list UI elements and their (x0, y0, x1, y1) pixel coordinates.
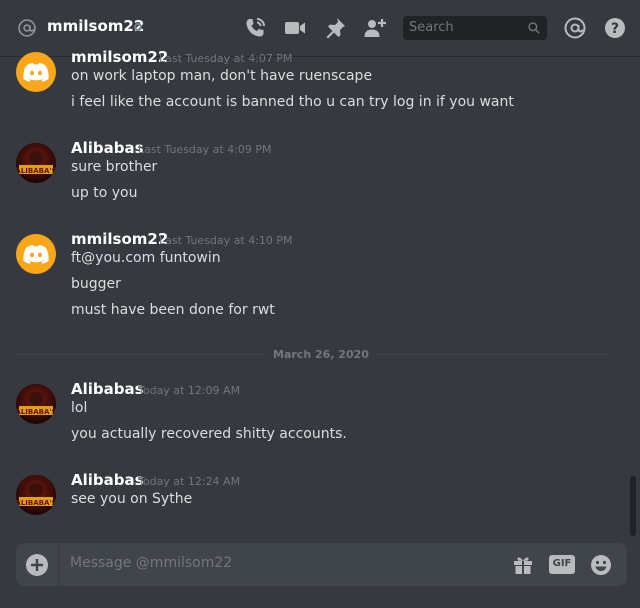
message-timestamp: Last Tuesday at 4:07 PM (159, 52, 293, 65)
message-author[interactable]: Alibabas (71, 380, 144, 398)
plus-icon (31, 559, 43, 571)
message-timestamp: Last Tuesday at 4:09 PM (138, 143, 272, 156)
message-text: sure brother (71, 159, 158, 175)
discord-logo-icon (23, 245, 49, 264)
message-timestamp: Last Tuesday at 4:10 PM (159, 234, 293, 247)
gif-button[interactable]: GIF (549, 555, 575, 574)
at-sign-icon (18, 19, 36, 37)
alibaba-avatar-image: ALIBABA'S (16, 384, 56, 424)
dm-username: mmilsom22 (47, 17, 145, 35)
avatar[interactable]: ALIBABA'S (16, 143, 56, 183)
pin-icon[interactable] (323, 16, 347, 40)
message-text: ft@you.com funtowin (71, 250, 221, 266)
composer-divider (58, 543, 59, 586)
message-text: up to you (71, 185, 138, 201)
message-text: see you on Sythe (71, 491, 193, 507)
message-list: mmilsom22 Last Tuesday at 4:07 PM on wor… (0, 48, 640, 540)
message-input[interactable]: Message @mmilsom22 (70, 555, 490, 571)
search-input[interactable]: Search (409, 20, 454, 35)
avatar[interactable]: ALIBABA'S (16, 475, 56, 515)
message-author[interactable]: mmilsom22 (71, 48, 168, 66)
status-offline-icon (134, 23, 142, 31)
help-icon[interactable]: ? (603, 16, 627, 40)
mentions-icon[interactable] (563, 16, 587, 40)
search-icon (528, 22, 540, 34)
search-box[interactable]: Search (403, 16, 547, 40)
avatar[interactable] (16, 52, 56, 92)
message-author[interactable]: Alibabas (71, 471, 144, 489)
alibaba-avatar-image: ALIBABA'S (16, 475, 56, 515)
message-scrollbar[interactable] (630, 58, 638, 536)
add-friend-icon[interactable] (363, 16, 387, 40)
message-text: on work laptop man, don't have ruenscape (71, 68, 373, 84)
message-author[interactable]: mmilsom22 (71, 230, 168, 248)
avatar[interactable]: ALIBABA'S (16, 384, 56, 424)
message-timestamp: Today at 12:09 AM (138, 384, 241, 397)
date-divider-label: March 26, 2020 (266, 348, 376, 361)
svg-text:?: ? (611, 21, 619, 37)
message-composer: Message @mmilsom22 GIF (16, 543, 627, 586)
avatar[interactable] (16, 234, 56, 274)
svg-text:ALIBABA'S: ALIBABA'S (16, 499, 56, 507)
message-author[interactable]: Alibabas (71, 139, 144, 157)
message-text: you actually recovered shitty accounts. (71, 426, 347, 442)
message-text: must have been done for rwt (71, 302, 275, 318)
message-text: lol (71, 400, 88, 416)
gif-label: GIF (552, 558, 572, 569)
discord-logo-icon (23, 63, 49, 82)
video-call-icon[interactable] (283, 16, 307, 40)
gift-icon[interactable] (511, 553, 535, 577)
svg-text:ALIBABA'S: ALIBABA'S (16, 167, 56, 175)
alibaba-avatar-image: ALIBABA'S (16, 143, 56, 183)
emoji-icon[interactable] (589, 553, 613, 577)
svg-text:ALIBABA'S: ALIBABA'S (16, 408, 56, 416)
message-text: i feel like the account is banned tho u … (71, 94, 514, 110)
voice-call-icon[interactable] (243, 16, 267, 40)
scrollbar-thumb[interactable] (630, 476, 636, 536)
upload-button[interactable] (26, 554, 48, 576)
message-timestamp: Today at 12:24 AM (138, 475, 241, 488)
message-text: bugger (71, 276, 121, 292)
